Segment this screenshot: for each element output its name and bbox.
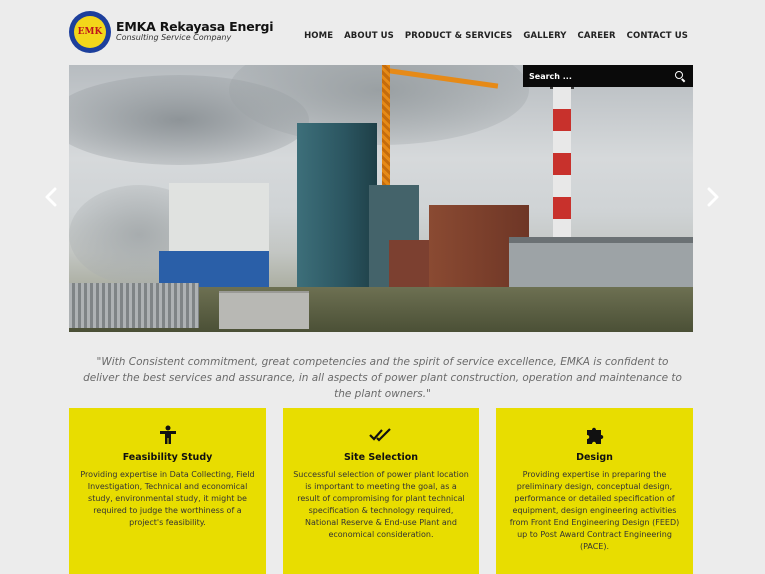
service-description: Providing expertise in preparing the pre… xyxy=(509,470,680,551)
nav-product-services[interactable]: PRODUCT & SERVICES xyxy=(405,31,513,41)
fence xyxy=(69,283,199,328)
nav-gallery[interactable]: GALLERY xyxy=(523,31,566,41)
service-title: Feasibility Study xyxy=(122,452,213,463)
service-card-site-selection[interactable]: Site Selection Successful selection of p… xyxy=(283,408,479,574)
service-title: Site Selection xyxy=(343,452,419,463)
chevron-left-icon xyxy=(45,187,57,207)
main-nav: HOME ABOUT US PRODUCT & SERVICES GALLERY… xyxy=(304,31,688,41)
service-card-design[interactable]: Design Providing expertise in preparing … xyxy=(496,408,693,574)
person-icon xyxy=(79,424,256,446)
chevron-right-icon xyxy=(707,187,719,207)
nav-contact-us[interactable]: CONTACT US xyxy=(627,31,688,41)
service-card-feasibility-study[interactable]: Feasibility Study Providing expertise in… xyxy=(69,408,266,574)
mission-quote: "With Consistent commitment, great compe… xyxy=(83,356,682,400)
search-bar xyxy=(523,65,693,87)
hero-slider-image xyxy=(69,65,693,332)
slider-prev-button[interactable] xyxy=(42,185,60,209)
slider-next-button[interactable] xyxy=(704,185,722,209)
service-description: Providing expertise in Data Collecting, … xyxy=(80,470,255,527)
nav-home[interactable]: HOME xyxy=(304,31,333,41)
service-description: Successful selection of power plant loca… xyxy=(293,470,469,539)
service-title: Design xyxy=(576,452,613,463)
white-building xyxy=(169,183,269,253)
search-input[interactable] xyxy=(529,71,675,81)
brand-tagline: Consulting Service Company xyxy=(116,33,232,42)
brand-block[interactable]: EMKA Rekayasa Energi Consulting Service … xyxy=(116,19,273,42)
search-icon[interactable] xyxy=(675,71,685,81)
brand-name: EMKA Rekayasa Energi xyxy=(116,19,274,34)
company-logo[interactable]: EMK xyxy=(69,11,111,53)
shed xyxy=(509,243,693,293)
puzzle-icon xyxy=(506,424,683,446)
double-check-icon xyxy=(293,424,469,446)
logo-mark: EMK xyxy=(74,16,106,48)
pipe-stack xyxy=(219,291,309,329)
nav-career[interactable]: CAREER xyxy=(578,31,616,41)
nav-about-us[interactable]: ABOUT US xyxy=(344,31,394,41)
site-header: EMK EMKA Rekayasa Energi Consulting Serv… xyxy=(0,0,765,65)
boiler-structure xyxy=(297,123,377,298)
